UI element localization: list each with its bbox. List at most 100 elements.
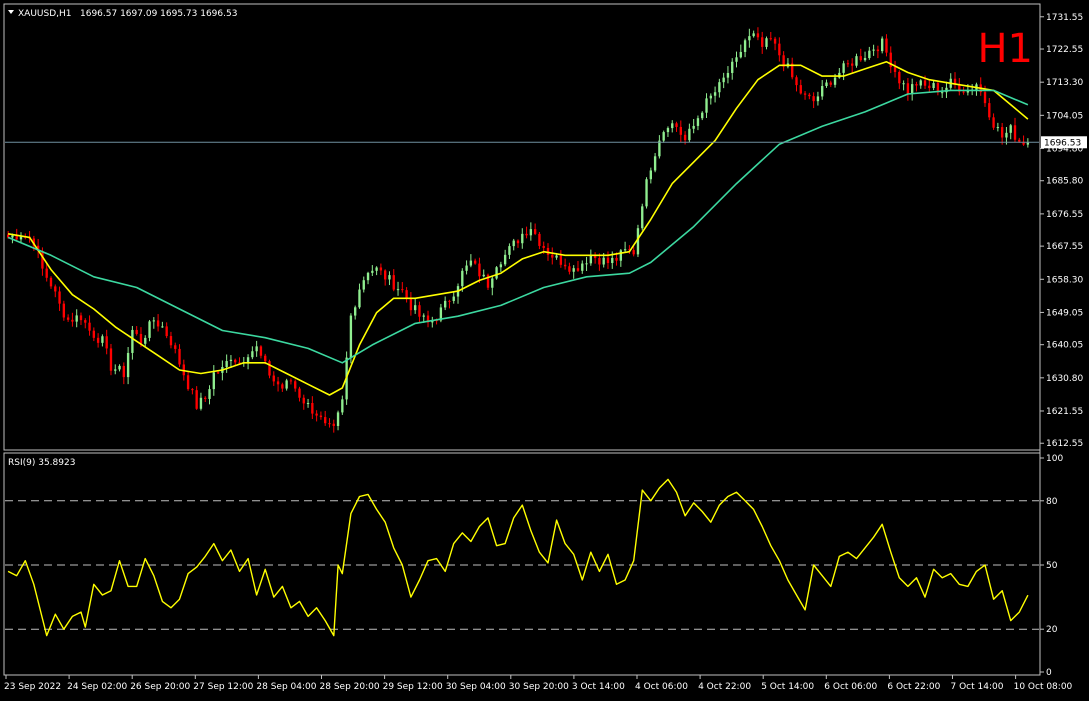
candle — [529, 222, 533, 241]
candle-body — [581, 263, 584, 271]
candle — [336, 410, 340, 431]
candle-body — [542, 245, 545, 248]
candle-body — [1005, 132, 1008, 138]
candle-body — [469, 260, 473, 266]
candle-body — [84, 320, 87, 323]
candle-body — [743, 40, 747, 52]
candle-body — [131, 329, 134, 353]
rsi-title: RSI(9) 35.8923 — [8, 458, 75, 468]
candle-body — [62, 303, 66, 318]
time-tick-label: 6 Oct 06:00 — [824, 682, 877, 692]
candle-body — [452, 296, 455, 301]
candle-body — [688, 128, 691, 141]
candle-body — [589, 255, 593, 264]
candle-body — [795, 77, 798, 86]
candle — [208, 385, 211, 405]
chart-window[interactable]: 1731.55 1722.55 1713.30 1704.05 1694.80 1685.… — [0, 0, 1089, 697]
candle-body — [833, 77, 837, 85]
candle — [619, 248, 623, 267]
candle — [778, 37, 781, 62]
candle-body — [251, 351, 254, 358]
rsi-axis: 100 80 50 20 0 — [5, 454, 1063, 678]
price-tick-label: 1713.30 — [1046, 78, 1083, 88]
time-tick-label: 4 Oct 06:00 — [635, 682, 688, 692]
candle-body — [988, 103, 991, 118]
candle-body — [109, 348, 113, 371]
candle — [902, 80, 905, 91]
candle — [259, 345, 263, 359]
candle — [559, 250, 563, 268]
candle — [821, 80, 824, 100]
price-tick-label: 1722.55 — [1046, 45, 1083, 55]
chart-canvas[interactable]: 1731.551722.551713.301704.051694.801685.… — [0, 0, 1089, 697]
candle-body — [186, 375, 190, 390]
time-tick-label: 30 Sep 04:00 — [446, 682, 506, 692]
candle-body — [675, 123, 678, 127]
candle — [92, 327, 96, 342]
candle — [996, 122, 1000, 132]
ohlc-readout: 1696.57 1697.09 1695.73 1696.53 — [80, 9, 237, 19]
candle — [473, 258, 477, 265]
candle-body — [45, 268, 48, 278]
candle — [114, 364, 117, 375]
candle — [799, 79, 802, 95]
candle — [765, 36, 768, 50]
candle — [418, 301, 421, 323]
candle — [405, 287, 408, 303]
candle-body — [1013, 125, 1017, 140]
candle-body — [739, 51, 742, 58]
candle — [122, 362, 126, 385]
candle-body — [289, 380, 293, 382]
candle-body — [178, 348, 181, 365]
candle-body — [234, 359, 237, 363]
candle — [165, 322, 168, 339]
candle-body — [101, 336, 104, 343]
candle-body — [152, 320, 155, 322]
candle-body — [401, 289, 404, 291]
candle-body — [362, 280, 365, 290]
current-price-marker: 1696.53 — [1041, 136, 1087, 149]
candle-body — [846, 63, 850, 65]
candle-body — [915, 84, 918, 86]
candle-body — [41, 250, 44, 269]
candle-body — [1009, 125, 1012, 133]
candle — [701, 111, 704, 121]
candle — [872, 44, 875, 56]
candle — [156, 314, 160, 332]
candle — [324, 410, 327, 426]
candle-body — [161, 326, 164, 328]
candle — [863, 51, 867, 62]
candle-body — [893, 67, 897, 72]
candle — [688, 123, 691, 143]
candle — [109, 343, 113, 376]
time-tick-label: 28 Sep 20:00 — [320, 682, 380, 692]
candle-body — [851, 63, 854, 66]
time-tick-label: 10 Oct 08:00 — [1014, 682, 1073, 692]
candle-body — [259, 346, 263, 356]
collapse-arrow-icon[interactable] — [8, 10, 14, 14]
candle — [979, 77, 982, 96]
candle-body — [354, 307, 357, 316]
candle-body — [448, 300, 451, 302]
candle-body — [208, 389, 211, 399]
candle-body — [135, 329, 138, 334]
candle — [152, 317, 155, 329]
candle-body — [285, 380, 288, 389]
candle — [752, 30, 755, 38]
candle-body — [559, 255, 563, 265]
candle-body — [371, 270, 374, 273]
candle — [992, 113, 995, 130]
candle-body — [898, 71, 901, 84]
candle-body — [653, 156, 657, 171]
candle — [928, 79, 931, 93]
price-tick-label: 1630.80 — [1046, 374, 1083, 384]
candle — [910, 78, 914, 101]
candle-body — [105, 336, 108, 349]
price-tick-label: 1640.05 — [1046, 341, 1083, 351]
candle — [75, 309, 78, 328]
price-tick-label: 1621.55 — [1046, 407, 1083, 417]
candle-body — [992, 117, 995, 128]
candle-body — [75, 315, 78, 322]
candle — [349, 313, 353, 364]
candle — [889, 46, 892, 74]
